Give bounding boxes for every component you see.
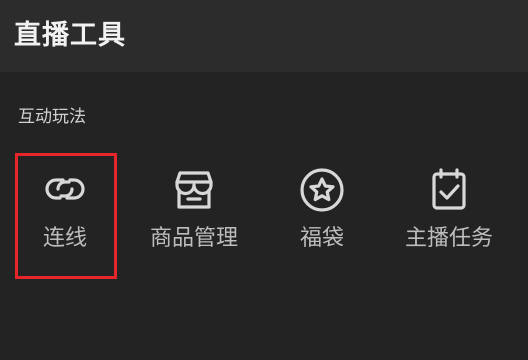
calendar-check-icon (422, 162, 476, 216)
storefront-icon (167, 162, 221, 216)
link-icon (38, 162, 92, 216)
tool-item-shangpin[interactable]: 商品管理 (140, 158, 248, 278)
tool-label: 连线 (42, 226, 87, 251)
star-badge-icon (295, 162, 349, 216)
tool-label: 主播任务 (404, 226, 493, 251)
tool-label: 福袋 (299, 226, 344, 251)
tool-item-lianxian[interactable]: 连线 (16, 158, 114, 278)
tool-label: 商品管理 (149, 226, 238, 251)
section-title: 互动玩法 (18, 107, 86, 127)
tool-item-zhubo[interactable]: 主播任务 (394, 158, 504, 278)
tool-item-fudai[interactable]: 福袋 (282, 158, 362, 278)
page-title: 直播工具 (14, 20, 126, 51)
header-bar: 直播工具 (0, 0, 528, 72)
